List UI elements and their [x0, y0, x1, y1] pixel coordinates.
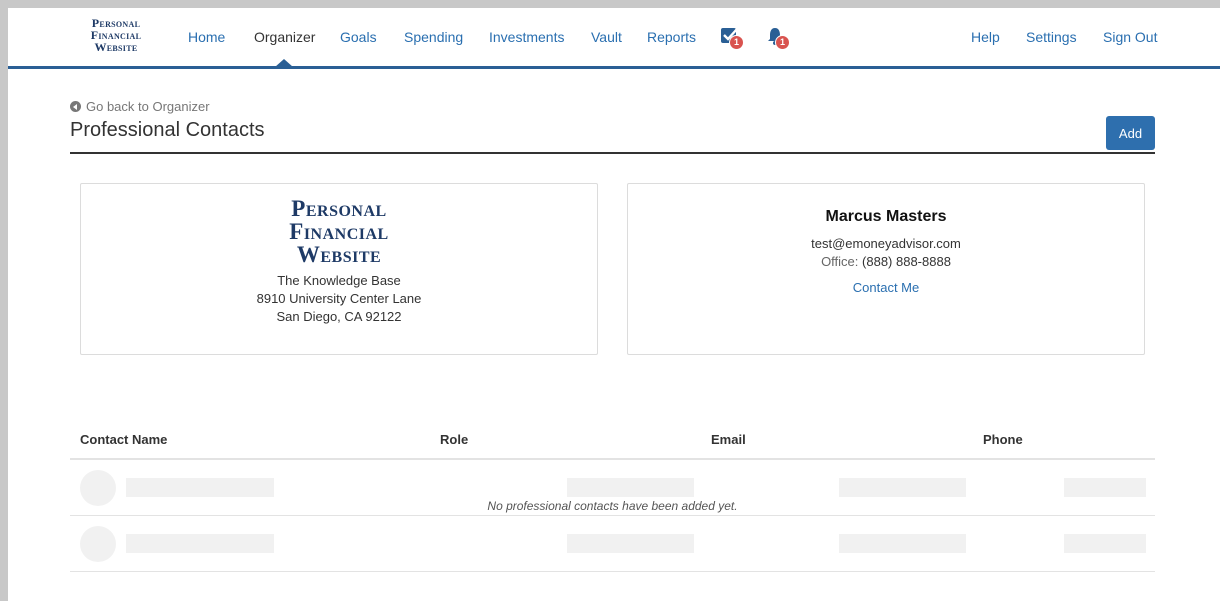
brand-logo[interactable]: Personal Financial Website: [76, 17, 156, 53]
brand-logo-line: Website: [94, 40, 138, 54]
app-window: Personal Financial Website Home Organize…: [8, 8, 1220, 601]
title-divider: [70, 152, 1155, 154]
nav-reports[interactable]: Reports: [647, 29, 696, 45]
tasks-badge: 1: [729, 35, 744, 50]
firm-logo: Personal Financial Website: [81, 197, 597, 266]
tasks-button[interactable]: 1: [720, 26, 746, 52]
firm-card: Personal Financial Website The Knowledge…: [80, 183, 598, 355]
active-nav-indicator: [275, 59, 293, 67]
placeholder-row: [70, 516, 1155, 572]
advisor-phone: Office: (888) 888-8888: [628, 254, 1144, 269]
email-placeholder: [839, 478, 966, 497]
firm-address: The Knowledge Base 8910 University Cente…: [81, 272, 597, 326]
role-placeholder: [567, 534, 694, 553]
alerts-badge: 1: [775, 35, 790, 50]
phone-placeholder: [1064, 534, 1146, 553]
advisor-card: Marcus Masters test@emoneyadvisor.com Of…: [627, 183, 1145, 355]
nav-goals[interactable]: Goals: [340, 29, 377, 45]
contact-me-link[interactable]: Contact Me: [853, 280, 919, 295]
nav-investments[interactable]: Investments: [489, 29, 564, 45]
column-header-email[interactable]: Email: [711, 432, 746, 447]
name-placeholder: [126, 534, 274, 553]
advisor-name: Marcus Masters: [825, 208, 947, 225]
name-placeholder: [126, 478, 274, 497]
add-contact-button[interactable]: Add: [1106, 116, 1155, 150]
nav-organizer[interactable]: Organizer: [254, 29, 315, 45]
firm-address-line2: San Diego, CA 92122: [276, 309, 402, 324]
page-title: Professional Contacts: [70, 119, 265, 141]
firm-logo-line: Financial: [289, 219, 389, 244]
phone-placeholder: [1064, 478, 1146, 497]
nav-home[interactable]: Home: [188, 29, 225, 45]
email-placeholder: [839, 534, 966, 553]
column-header-role[interactable]: Role: [440, 432, 468, 447]
role-placeholder: [567, 478, 694, 497]
nav-spending[interactable]: Spending: [404, 29, 463, 45]
nav-settings[interactable]: Settings: [1026, 29, 1077, 45]
nav-sign-out[interactable]: Sign Out: [1103, 29, 1157, 45]
advisor-email: test@emoneyadvisor.com: [811, 236, 961, 251]
nav-help[interactable]: Help: [971, 29, 1000, 45]
firm-address-line1: 8910 University Center Lane: [256, 291, 422, 306]
advisor-phone-label: Office:: [821, 254, 859, 269]
firm-logo-line: Personal: [291, 196, 387, 221]
nav-vault[interactable]: Vault: [591, 29, 622, 45]
column-header-contact-name[interactable]: Contact Name: [80, 432, 167, 447]
alerts-button[interactable]: 1: [766, 26, 792, 52]
firm-name: The Knowledge Base: [277, 273, 401, 288]
back-link-label: Go back to Organizer: [86, 99, 210, 114]
column-header-phone[interactable]: Phone: [983, 432, 1023, 447]
contacts-table-header: Contact Name Role Email Phone: [70, 428, 1155, 460]
circle-arrow-left-icon: [70, 101, 81, 112]
empty-state-message: No professional contacts have been added…: [487, 499, 738, 513]
advisor-phone-number: (888) 888-8888: [862, 254, 951, 269]
back-to-organizer-link[interactable]: Go back to Organizer: [70, 99, 210, 114]
top-nav-bar: Personal Financial Website Home Organize…: [8, 8, 1220, 69]
avatar-placeholder: [80, 526, 116, 562]
firm-logo-line: Website: [296, 242, 382, 267]
